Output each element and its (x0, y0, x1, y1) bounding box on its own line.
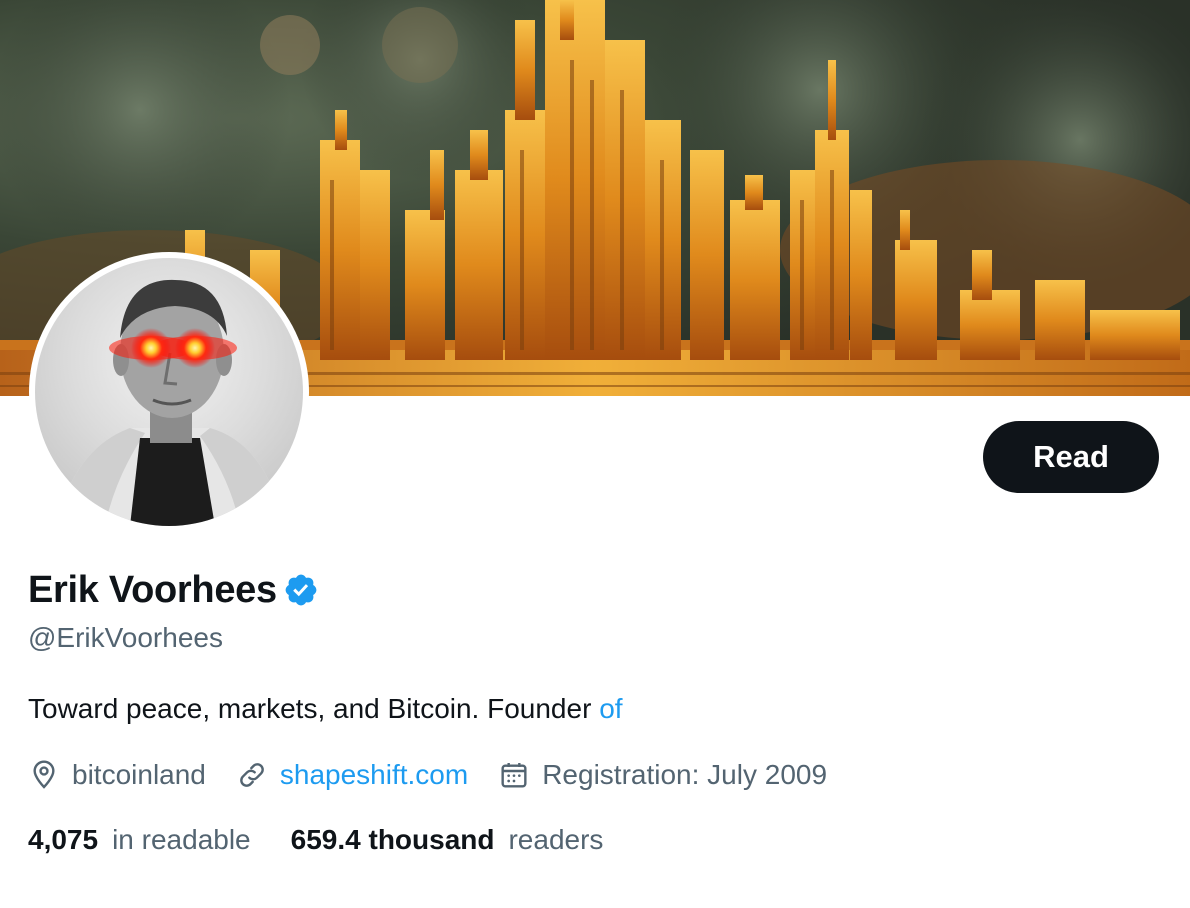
verified-badge-icon[interactable] (283, 572, 319, 608)
profile-stats-row: 4,075 in readable 659.4 thousand readers (28, 820, 643, 860)
profile-avatar[interactable] (29, 252, 309, 532)
calendar-icon (501, 763, 527, 788)
registration-text: Registration: July 2009 (542, 759, 828, 790)
registration-item: Registration: July 2009 (498, 759, 827, 791)
bio-text: Toward peace, markets, and Bitcoin. Foun… (28, 693, 600, 724)
avatar-photo (35, 258, 303, 526)
location-item: bitcoinland (28, 759, 206, 791)
display-name: Erik Voorhees (28, 568, 277, 611)
location-text: bitcoinland (72, 759, 206, 790)
profile-bio: Toward peace, markets, and Bitcoin. Foun… (28, 693, 623, 725)
following-count: 4,075 (28, 824, 99, 855)
profile-handle: @ErikVoorhees (28, 622, 223, 653)
followers-stat[interactable]: 659.4 thousand readers (291, 824, 604, 856)
followers-label: readers (508, 824, 604, 855)
website-link[interactable]: shapeshift.com (280, 759, 468, 791)
location-pin-icon (33, 760, 55, 789)
website-item[interactable]: shapeshift.com (236, 759, 468, 791)
link-icon (240, 763, 264, 787)
read-button[interactable]: Read (983, 421, 1159, 493)
following-label: in readable (112, 824, 251, 855)
bio-link[interactable]: of (599, 693, 622, 724)
portrait-illustration (55, 279, 285, 526)
following-stat[interactable]: 4,075 in readable (28, 824, 251, 856)
profile-meta-row: bitcoinland shapeshift.com Registration:… (28, 755, 857, 795)
profile-name-row: Erik Voorhees (28, 566, 319, 614)
followers-count: 659.4 thousand (290, 824, 495, 855)
